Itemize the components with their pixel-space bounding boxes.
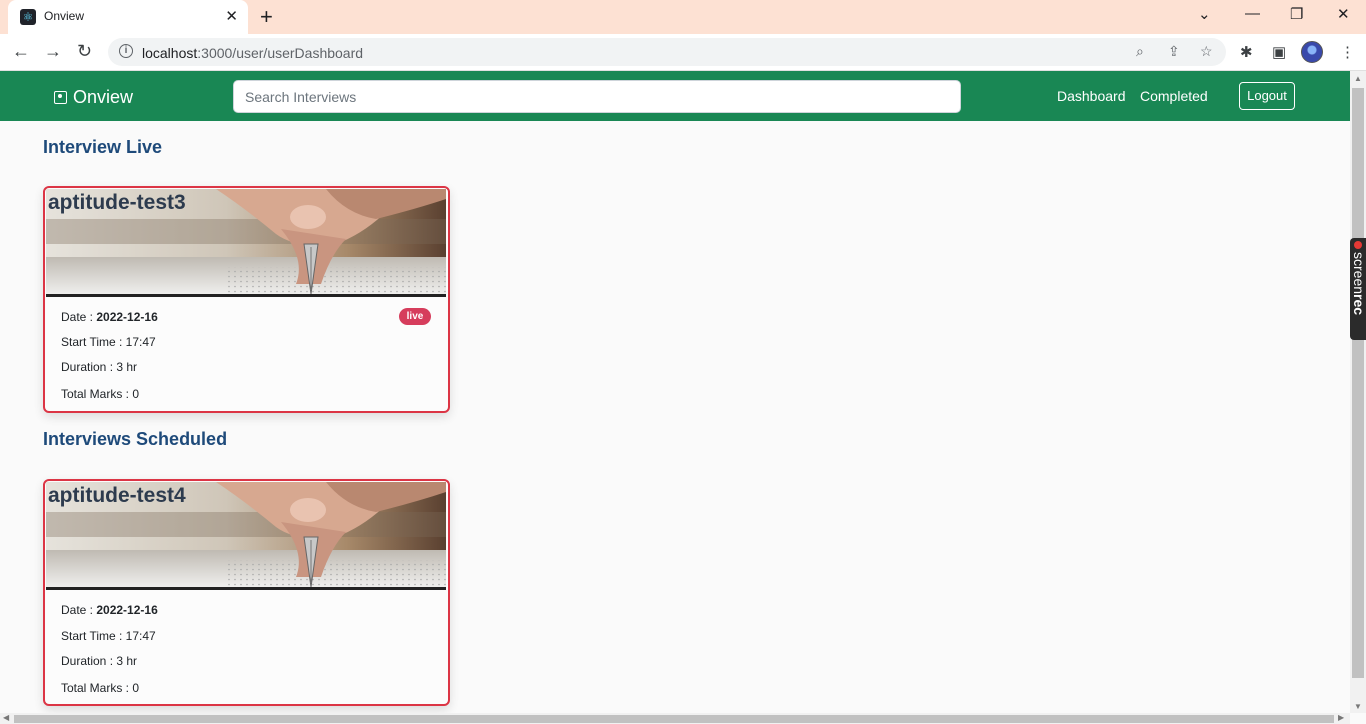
card-total-marks: Total Marks : 0 [61,681,140,695]
share-icon[interactable]: ⇪ [1168,43,1180,60]
card-duration: Duration : 3 hr [61,654,138,668]
new-tab-icon[interactable]: + [260,4,273,30]
person-badge-icon [54,91,67,104]
scroll-down-icon[interactable]: ▼ [1354,702,1362,711]
card-image: aptitude-test4 [46,482,446,590]
scroll-left-icon[interactable]: ◀ [3,713,9,722]
screenrec-label: screenrec [1351,252,1366,316]
restore-icon[interactable]: ❐ [1290,5,1303,23]
brand-name: Onview [73,87,134,107]
search-input[interactable] [233,80,961,113]
url-text: localhost:3000/user/userDashboard [142,45,364,61]
extensions-icon[interactable]: ✱ [1240,43,1253,61]
tab-title: Onview [44,9,85,23]
minimize-icon[interactable]: — [1245,5,1260,22]
section-title-live: Interview Live [43,137,163,157]
nav-link-dashboard[interactable]: Dashboard [1057,88,1126,104]
card-start-time: Start Time : 17:47 [61,335,156,349]
scroll-right-icon[interactable]: ▶ [1338,713,1344,722]
interview-card-live[interactable]: aptitude-test3 Date : 2022-12-16 live St… [43,186,450,413]
scroll-up-icon[interactable]: ▲ [1354,74,1362,83]
close-tab-icon[interactable]: ✕ [225,7,238,25]
record-dot-icon [1354,241,1362,249]
vertical-scroll-thumb[interactable] [1352,88,1364,678]
section-title-scheduled: Interviews Scheduled [43,429,228,449]
browser-tab[interactable]: ⚛ Onview ✕ [8,0,248,34]
card-title: aptitude-test3 [48,191,186,214]
live-badge: live [399,308,431,325]
card-start-time: Start Time : 17:47 [61,629,156,643]
side-panel-icon[interactable]: ▣ [1272,43,1286,61]
screenrec-widget[interactable]: screenrec [1350,238,1366,340]
profile-avatar[interactable] [1301,41,1323,63]
horizontal-scroll-thumb[interactable] [14,715,1334,723]
menu-kebab-icon[interactable]: ⋮ [1340,43,1355,61]
card-title: aptitude-test4 [48,484,186,507]
app-navbar: Onview Dashboard Completed Logout [0,71,1350,121]
browser-tab-bar: ⚛ Onview ✕ + ⌄ — ❐ ✕ [0,0,1366,34]
brand[interactable]: Onview [54,87,133,108]
react-favicon-icon: ⚛ [20,9,36,25]
address-bar[interactable]: i localhost:3000/user/userDashboard ⌕ ⇪ … [108,38,1226,66]
nav-link-completed[interactable]: Completed [1140,88,1208,104]
bookmark-star-icon[interactable]: ☆ [1200,43,1213,60]
interview-card-scheduled[interactable]: aptitude-test4 Date : 2022-12-16 Start T… [43,479,450,706]
forward-icon[interactable]: → [44,41,62,62]
window-close-icon[interactable]: ✕ [1337,5,1350,23]
card-duration: Duration : 3 hr [61,360,138,374]
logout-button[interactable]: Logout [1239,82,1295,110]
card-date: Date : 2022-12-16 [61,310,158,324]
card-date: Date : 2022-12-16 [61,603,158,617]
zoom-icon[interactable]: ⌕ [1136,43,1144,60]
back-icon[interactable]: ← [12,41,30,62]
reload-icon[interactable]: ↻ [77,41,92,62]
card-image: aptitude-test3 [46,189,446,297]
card-total-marks: Total Marks : 0 [61,387,140,401]
tab-search-icon[interactable]: ⌄ [1198,5,1211,23]
site-info-icon[interactable]: i [119,44,133,58]
browser-toolbar: ← → ↻ i localhost:3000/user/userDashboar… [0,34,1366,71]
